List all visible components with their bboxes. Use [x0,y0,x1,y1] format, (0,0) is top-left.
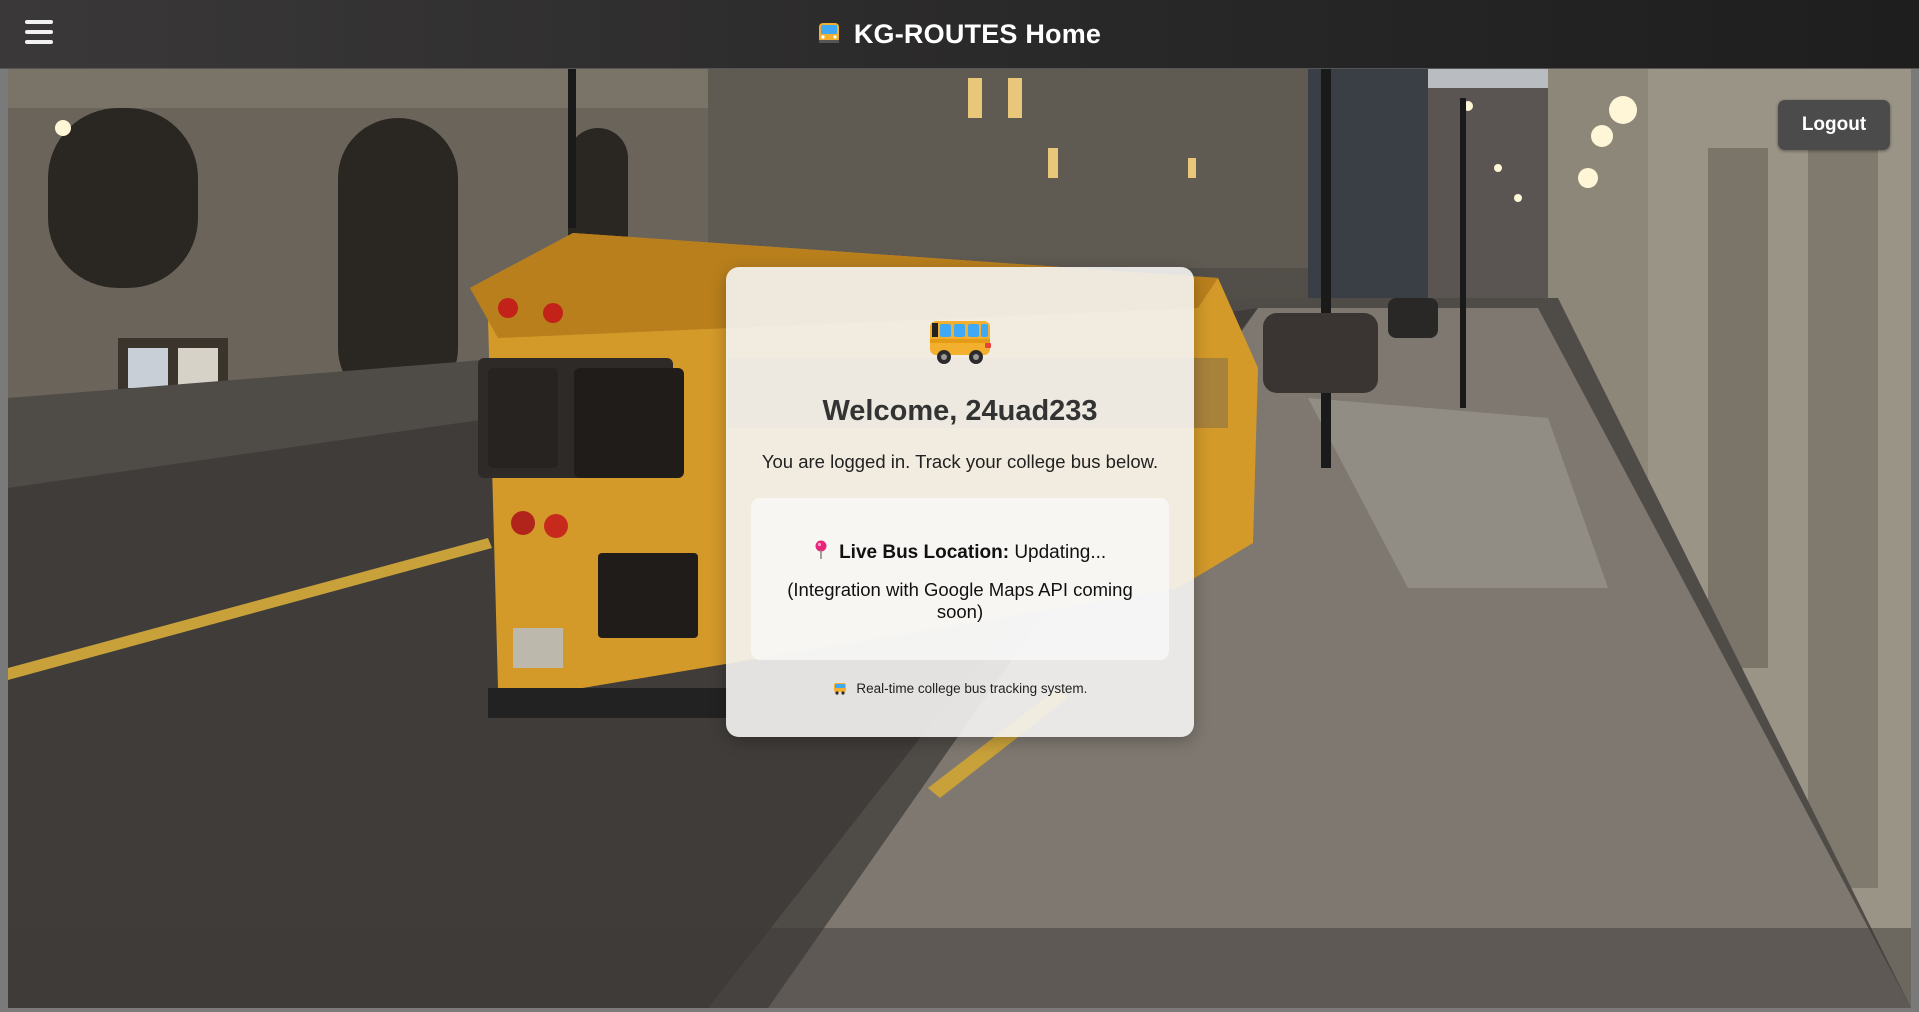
bus-front-icon [818,22,840,46]
live-location-status: Updating... [1014,542,1107,563]
integration-note: (Integration with Google Maps API coming… [787,579,1133,622]
welcome-card: Welcome, 24uad233 You are logged in. Tra… [726,267,1194,737]
welcome-heading: Welcome, 24uad233 [822,395,1098,427]
app-title-text: KG-ROUTES Home [853,18,1102,49]
bus-icon [833,682,847,698]
live-location-line: Live Bus Location: Updating... [751,540,1169,566]
live-location-label: Live Bus Location: [839,542,1015,563]
live-location-panel: Live Bus Location: Updating... (Integrat… [751,498,1169,660]
footer-text: Real-time college bus tracking system. [856,681,1088,696]
app-frame: KG-ROUTES Home Logout Welcome, 24uad233 [0,0,1919,1012]
login-status-text: You are logged in. Track your college bu… [761,451,1159,472]
top-navigation-bar: KG-ROUTES Home [0,0,1919,69]
bus-icon [928,317,992,367]
page-title: KG-ROUTES Home [0,0,1919,68]
map-pin-icon [814,540,828,566]
footer-note: Real-time college bus tracking system. [726,681,1194,698]
logout-button[interactable]: Logout [1778,100,1890,150]
